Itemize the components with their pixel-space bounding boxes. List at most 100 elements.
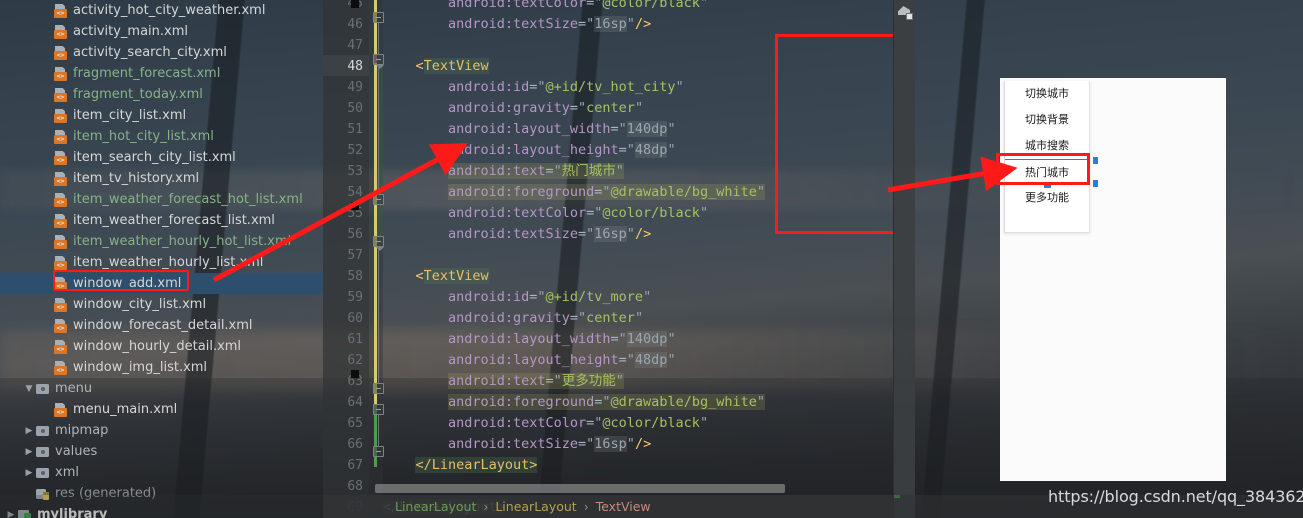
line-number-61[interactable]: 61 <box>323 329 363 350</box>
code-line-66[interactable]: android:textSize="16sp"/> <box>383 434 893 455</box>
line-number-62[interactable]: 62 <box>323 350 363 371</box>
code-line-56[interactable]: android:textSize="16sp"/> <box>383 224 893 245</box>
code-line-64[interactable]: android:foreground="@drawable/bg_white" <box>383 392 893 413</box>
line-number-50[interactable]: 50 <box>323 98 363 119</box>
line-number-47[interactable]: 47 <box>323 35 363 56</box>
tree-item-activity-search-city-xml[interactable]: activity_search_city.xml <box>0 42 323 63</box>
code-line-58[interactable]: <TextView <box>383 266 893 287</box>
tree-item-menu-main-xml[interactable]: menu_main.xml <box>0 399 323 420</box>
tree-item-fragment-today-xml[interactable]: fragment_today.xml <box>0 84 323 105</box>
tree-item-item-weather-forecast-list-xml[interactable]: item_weather_forecast_list.xml <box>0 210 323 231</box>
tree-item-xml[interactable]: ▶ xml <box>0 462 323 483</box>
line-number-67[interactable]: 67 <box>323 455 363 476</box>
line-number-51[interactable]: 51 <box>323 119 363 140</box>
line-number-65[interactable]: 65 <box>323 413 363 434</box>
tree-item-item-tv-history-xml[interactable]: item_tv_history.xml <box>0 168 323 189</box>
selection-handle-0[interactable] <box>1093 157 1098 164</box>
code-line-48[interactable]: <TextView <box>383 56 893 77</box>
bookmark-marker-line55[interactable] <box>351 202 359 210</box>
line-number-58[interactable]: 58 <box>323 266 363 287</box>
code-line-content: android:layout_height="48dp" <box>448 352 676 368</box>
code-line-53[interactable]: android:text="热门城市" <box>383 161 893 182</box>
tree-item-item-search-city-list-xml[interactable]: item_search_city_list.xml <box>0 147 323 168</box>
code-line-62[interactable]: android:layout_height="48dp" <box>383 350 893 371</box>
code-line-55[interactable]: android:textColor="@color/black" <box>383 203 893 224</box>
horizontal-scrollbar-thumb[interactable] <box>375 484 785 493</box>
line-number-52[interactable]: 52 <box>323 140 363 161</box>
horizontal-scrollbar[interactable] <box>375 484 875 493</box>
breadcrumb[interactable]: LinearLayout › LinearLayout › TextView <box>323 495 893 518</box>
code-line-47[interactable] <box>383 35 893 56</box>
editor-code-text[interactable]: android:textColor="@color/black" android:… <box>383 0 893 518</box>
line-number-56[interactable]: 56 <box>323 224 363 245</box>
code-token: android:textSize <box>447 436 578 452</box>
code-line-51[interactable]: android:layout_width="140dp" <box>383 119 893 140</box>
breadcrumb-item-2[interactable]: TextView <box>596 499 651 514</box>
bookmark-marker-line65[interactable] <box>351 370 359 378</box>
code-editor[interactable]: 4546474849505152535455565758596061626364… <box>323 0 893 518</box>
tree-item-window-forecast-detail-xml[interactable]: window_forecast_detail.xml <box>0 315 323 336</box>
code-line-67[interactable]: </LinearLayout> <box>383 455 893 476</box>
breadcrumb-item-1[interactable]: LinearLayout <box>495 499 576 514</box>
preview-pane-icon[interactable] <box>897 4 913 20</box>
tree-item-values[interactable]: ▶ values <box>0 441 323 462</box>
line-number-57[interactable]: 57 <box>323 245 363 266</box>
tree-item-item-weather-hourly-hot-list-xml[interactable]: item_weather_hourly_hot_list.xml <box>0 231 323 252</box>
tree-item-window-hourly-detail-xml[interactable]: window_hourly_detail.xml <box>0 336 323 357</box>
line-number-48[interactable]: 48 <box>323 56 363 77</box>
line-number-54[interactable]: 54 <box>323 182 363 203</box>
code-line-46[interactable]: android:textSize="16sp"/> <box>383 14 893 35</box>
line-number-68[interactable]: 68 <box>323 476 363 497</box>
popup-menu[interactable]: 切换城市 切换背景 城市搜索 热门城市 更多功能 <box>1004 81 1098 233</box>
code-line-49[interactable]: android:id="@+id/tv_hot_city" <box>383 77 893 98</box>
code-line-61[interactable]: android:layout_width="140dp" <box>383 329 893 350</box>
line-number-59[interactable]: 59 <box>323 287 363 308</box>
code-line-60[interactable]: android:gravity="center" <box>383 308 893 329</box>
tree-item-window-img-list-xml[interactable]: window_img_list.xml <box>0 357 323 378</box>
tree-item-window-city-list-xml[interactable]: window_city_list.xml <box>0 294 323 315</box>
xml-file-icon <box>54 67 68 81</box>
tree-item-mipmap[interactable]: ▶ mipmap <box>0 420 323 441</box>
code-line-50[interactable]: android:gravity="center" <box>383 98 893 119</box>
right-tool-window-strip[interactable] <box>893 0 915 518</box>
selection-handle-1[interactable] <box>1093 180 1098 187</box>
line-number-64[interactable]: 64 <box>323 392 363 413</box>
project-file-tree[interactable]: activity_hot_city_weather.xml activity_ma… <box>0 0 323 518</box>
menu-item-1[interactable]: 切换背景 <box>1005 107 1089 133</box>
tree-item-activity-hot-city-weather-xml[interactable]: activity_hot_city_weather.xml <box>0 0 323 21</box>
breadcrumb-item-0[interactable]: LinearLayout <box>395 499 476 514</box>
menu-item-0[interactable]: 切换城市 <box>1005 81 1089 107</box>
bookmark-marker-line45[interactable] <box>351 0 359 8</box>
tree-item-label: window_city_list.xml <box>73 297 207 312</box>
code-line-63[interactable]: android:text="更多功能" <box>383 371 893 392</box>
menu-item-3[interactable]: 热门城市 <box>1005 157 1098 188</box>
tree-item-item-city-list-xml[interactable]: item_city_list.xml <box>0 105 323 126</box>
code-line-52[interactable]: android:layout_height="48dp" <box>383 140 893 161</box>
line-number-60[interactable]: 60 <box>323 308 363 329</box>
code-line-59[interactable]: android:id="@+id/tv_more" <box>383 287 893 308</box>
code-line-65[interactable]: android:textColor="@color/black" <box>383 413 893 434</box>
tree-item-activity-main-xml[interactable]: activity_main.xml <box>0 21 323 42</box>
menu-item-2[interactable]: 城市搜索 <box>1005 133 1089 159</box>
code-line-45[interactable]: android:textColor="@color/black" <box>383 0 893 14</box>
line-number-49[interactable]: 49 <box>323 77 363 98</box>
tree-item-item-hot-city-list-xml[interactable]: item_hot_city_list.xml <box>0 126 323 147</box>
chevron-right-icon[interactable]: ▶ <box>22 468 36 478</box>
chevron-down-icon[interactable]: ▼ <box>22 384 36 394</box>
code-line-content: <TextView <box>415 268 489 284</box>
tree-item-fragment-forecast-xml[interactable]: fragment_forecast.xml <box>0 63 323 84</box>
tree-item-item-weather-forecast-hot-list-xml[interactable]: item_weather_forecast_hot_list.xml <box>0 189 323 210</box>
chevron-right-icon[interactable]: ▶ <box>22 447 36 457</box>
menu-item-4[interactable]: 更多功能 <box>1005 185 1089 211</box>
tree-item-menu[interactable]: ▼ menu <box>0 378 323 399</box>
tree-item-item-weather-hourly-list-xml[interactable]: item_weather_hourly_list.xml <box>0 252 323 273</box>
code-token: " <box>634 100 644 116</box>
tree-item-window-add-xml[interactable]: window_add.xml <box>0 273 323 294</box>
chevron-right-icon[interactable]: ▶ <box>22 426 36 436</box>
code-line-54[interactable]: android:foreground="@drawable/bg_white" <box>383 182 893 203</box>
line-number-53[interactable]: 53 <box>323 161 363 182</box>
editor-gutter[interactable]: 4546474849505152535455565758596061626364… <box>323 0 369 518</box>
line-number-66[interactable]: 66 <box>323 434 363 455</box>
line-number-46[interactable]: 46 <box>323 14 363 35</box>
code-line-57[interactable] <box>383 245 893 266</box>
